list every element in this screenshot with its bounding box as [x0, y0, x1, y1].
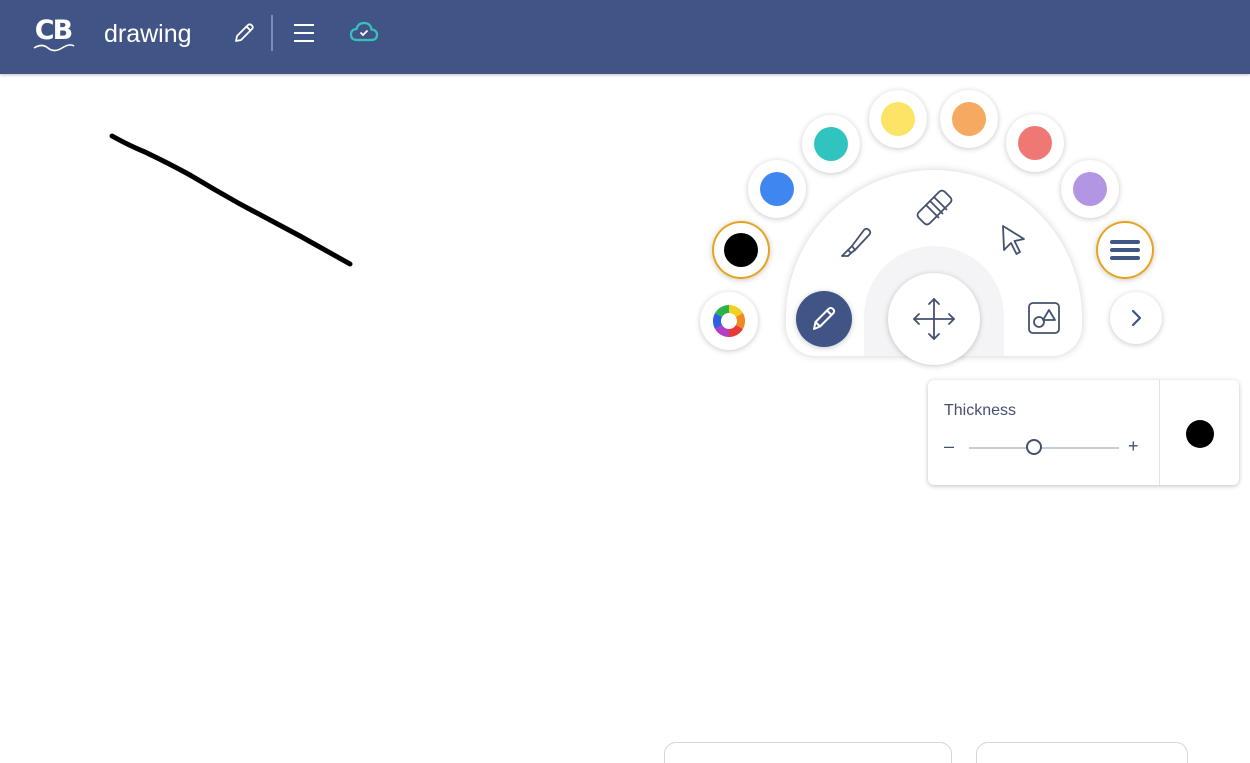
bottom-panel-right[interactable] — [976, 742, 1188, 763]
highlighter-icon[interactable] — [834, 220, 878, 262]
eraser-icon[interactable] — [913, 188, 955, 228]
swatch-black[interactable] — [712, 221, 770, 279]
thickness-preview-dot — [1186, 420, 1214, 448]
thickness-lines-icon — [1110, 240, 1140, 260]
swatch-yellow-dot — [881, 102, 915, 136]
next-button[interactable] — [1110, 292, 1162, 344]
document-title[interactable]: drawing — [104, 18, 192, 50]
swatch-blue[interactable] — [748, 160, 806, 218]
pen-tool-button[interactable] — [796, 291, 852, 347]
select-pointer-icon[interactable] — [998, 223, 1030, 259]
move-tool-button[interactable] — [888, 273, 980, 365]
swatch-purple[interactable] — [1061, 160, 1119, 218]
swatch-teal-dot — [814, 127, 848, 161]
rename-pencil-icon[interactable] — [232, 21, 256, 45]
thickness-slider-track[interactable] — [969, 447, 1119, 449]
cloud-check-icon[interactable] — [349, 20, 379, 46]
swatch-purple-dot — [1073, 172, 1107, 206]
swatch-red-dot — [1018, 126, 1052, 160]
chevron-right-icon — [1131, 309, 1142, 327]
pen-icon — [813, 306, 836, 330]
panel-divider — [1159, 380, 1160, 485]
logo-swoosh-icon — [33, 44, 75, 52]
color-wheel-icon — [712, 304, 746, 338]
app-logo[interactable]: CB — [30, 14, 76, 54]
swatch-teal[interactable] — [802, 115, 860, 173]
swatch-orange[interactable] — [940, 90, 998, 148]
top-bar: CB drawing — [0, 0, 1250, 74]
thickness-button[interactable] — [1096, 221, 1154, 279]
thickness-slider-thumb[interactable] — [1025, 439, 1042, 455]
header-divider — [271, 15, 273, 51]
thickness-panel: Thickness – + — [928, 380, 1239, 485]
thickness-decrease-button[interactable]: – — [944, 436, 954, 457]
shapes-icon[interactable] — [1026, 300, 1062, 336]
custom-color-button[interactable] — [700, 292, 758, 350]
swatch-black-dot — [724, 233, 758, 267]
menu-icon[interactable] — [292, 21, 316, 45]
swatch-blue-dot — [760, 172, 794, 206]
thickness-increase-button[interactable]: + — [1128, 436, 1139, 457]
move-icon — [913, 298, 955, 340]
swatch-red[interactable] — [1006, 114, 1064, 172]
swatch-yellow[interactable] — [869, 90, 927, 148]
swatch-orange-dot — [952, 102, 986, 136]
thickness-label: Thickness — [944, 402, 1017, 419]
bottom-panel-left[interactable] — [664, 742, 952, 763]
